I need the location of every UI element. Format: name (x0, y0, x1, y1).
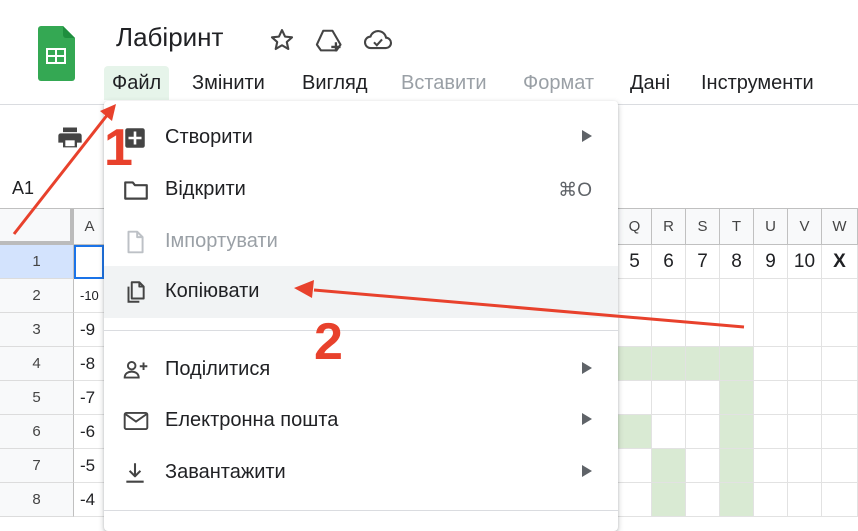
arrow-2-line (313, 288, 745, 329)
annotation-step-2: 2 (314, 313, 343, 371)
arrow-1-line (12, 113, 110, 235)
annotation-step-1: 1 (104, 119, 133, 177)
arrow-2-head (294, 280, 314, 298)
annotation-arrows (12, 104, 745, 329)
